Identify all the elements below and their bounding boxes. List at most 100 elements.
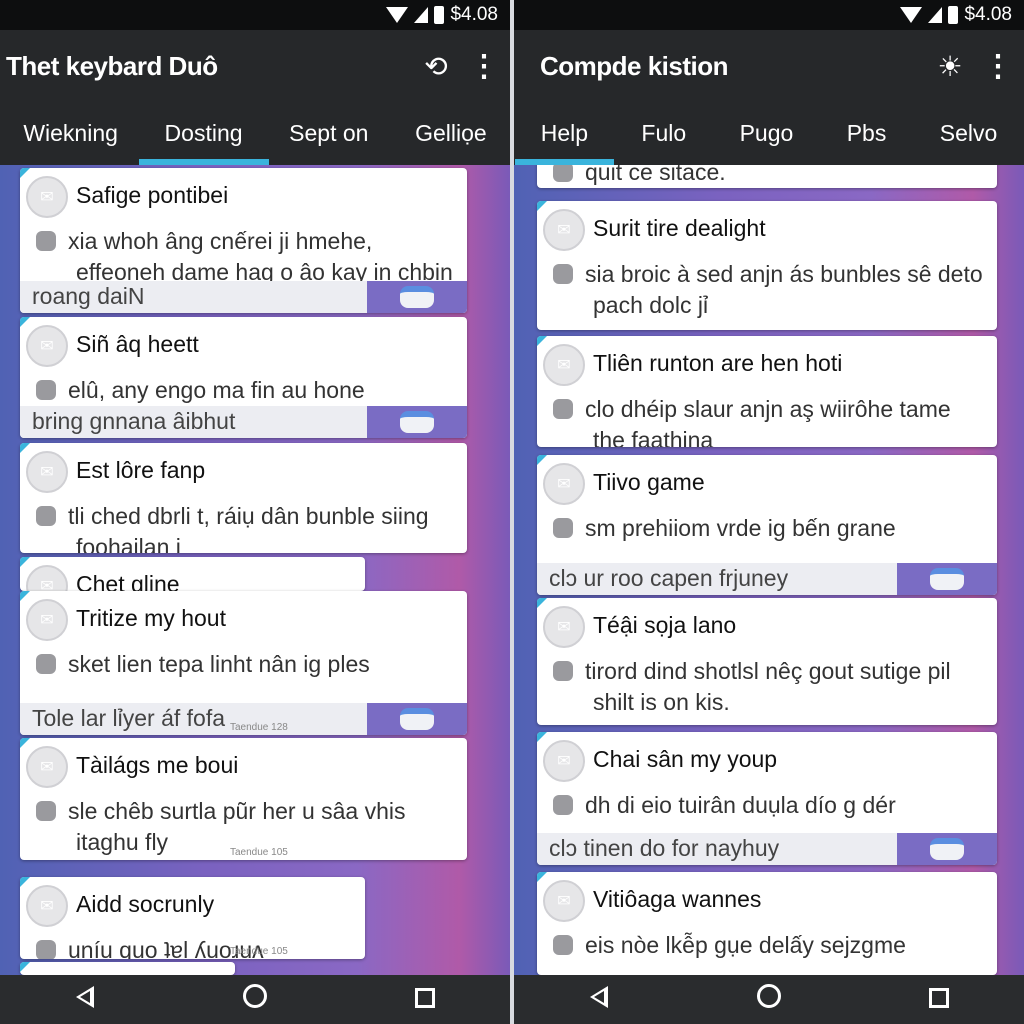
list-card[interactable]: ✉ Tàilágs me boui sle chêb surtla pũr her … — [20, 738, 467, 860]
selected-corner-marker — [20, 962, 30, 972]
sofa-icon — [930, 568, 964, 590]
card-title: Chet gline — [76, 571, 180, 591]
card-footer: clɔ tinen do for nayhuy — [537, 833, 997, 865]
card-body-text: dh di eio tuirân duụla dío g dér — [585, 792, 896, 818]
recents-button[interactable] — [909, 984, 969, 1015]
home-button[interactable] — [225, 984, 285, 1015]
card-action[interactable] — [367, 406, 467, 438]
status-time: $4.08 — [450, 4, 498, 25]
message-icon — [36, 654, 56, 674]
wifi-icon — [900, 7, 923, 23]
card-action[interactable] — [897, 563, 997, 595]
card-body-text: clo dhéip slaur anjn aş wiirôhe tame the… — [585, 396, 951, 447]
signal-icon — [928, 7, 943, 23]
tab-dosting[interactable]: Dosting — [138, 102, 269, 165]
tab-selvo[interactable]: Selvo — [930, 102, 1008, 165]
card-action[interactable] — [367, 281, 467, 313]
list-card[interactable]: ✉ Siñ âq heett elû, any engo ma fin au hon… — [20, 317, 467, 438]
list-card[interactable] — [20, 962, 235, 975]
tab-fulo[interactable]: Fulo — [631, 102, 696, 165]
more-vert-icon[interactable]: ⋮ — [983, 46, 1013, 86]
tab-pugo[interactable]: Pugo — [730, 102, 804, 165]
avatar-icon: ✉ — [543, 344, 585, 386]
selected-corner-marker — [20, 591, 30, 601]
navigation-bar — [0, 975, 510, 1024]
more-vert-icon[interactable]: ⋮ — [469, 46, 499, 86]
card-title: Aidd socrunly — [76, 891, 215, 917]
list-card[interactable]: ✉ Vitiôaga wannes eis nòe lkễp gụe delấy s… — [537, 872, 997, 975]
list-card[interactable]: ✉ Tritize my hout sket lien tepa linht nân… — [20, 591, 467, 735]
tab-sept-on[interactable]: Sept on — [279, 102, 378, 165]
right-phone-screen: $4.08 Compde kistion ☀ ⋮ Help Fulo Pugo Pbs Selv… — [514, 0, 1024, 1024]
card-meta: Taendue 128 — [230, 722, 288, 733]
list-card[interactable]: quit ce sitace. — [537, 165, 997, 188]
status-bar: $4.08 — [514, 0, 1024, 30]
selected-corner-marker — [537, 201, 547, 211]
message-icon — [36, 801, 56, 821]
tab-wiekning[interactable]: Wiekning — [13, 102, 128, 165]
home-button[interactable] — [739, 984, 799, 1015]
selected-corner-marker — [20, 738, 30, 748]
list-card[interactable]: ✉ Aidd socrunly uníu quo ʇɐl ʎuoɹuʌ Taendue… — [20, 877, 365, 959]
card-title: Est lôre fanp — [76, 457, 206, 483]
list-card[interactable]: ✉ Surit tire dealight sia broic à sed anjn… — [537, 201, 997, 330]
avatar-icon: ✉ — [543, 880, 585, 922]
list-card[interactable]: ✉ Est lôre fanp tli ched dbrli t, ráiụ dân… — [20, 443, 467, 553]
toolbar: Compde kistion ☀ ⋮ — [514, 30, 1024, 102]
rotate-icon[interactable]: ⟲ — [416, 46, 456, 86]
list-card[interactable]: ✉ Tliên runton are hen hoti clo dhéip slau… — [537, 336, 997, 447]
app-title: Compde kistion — [540, 50, 729, 81]
card-footer-text: bring gnnana âibhut — [32, 408, 236, 434]
tab-help[interactable]: Help — [514, 102, 615, 165]
tab-pbs[interactable]: Pbs — [837, 102, 897, 165]
card-meta: Taendue 105 — [230, 946, 288, 957]
home-icon — [757, 984, 781, 1008]
wifi-icon — [386, 7, 409, 23]
card-body: dh di eio tuirân duụla dío g dér — [553, 790, 987, 821]
message-icon — [553, 165, 573, 182]
brightness-icon[interactable]: ☀ — [930, 46, 970, 86]
card-list[interactable]: quit ce sitace. ✉ Surit tire dealight sia b… — [514, 165, 1024, 975]
back-button[interactable] — [569, 984, 629, 1015]
card-action[interactable] — [897, 833, 997, 865]
avatar-icon: ✉ — [26, 746, 68, 788]
sofa-icon — [400, 411, 434, 433]
selected-corner-marker — [20, 317, 30, 327]
message-icon — [36, 940, 56, 959]
card-body-text: quit ce sitace. — [585, 165, 726, 185]
list-card[interactable]: ✉ Chai sân my youp dh di eio tuirân duụla … — [537, 732, 997, 865]
tab-gelliọe[interactable]: Gelliọe — [405, 102, 497, 165]
card-footer: roang daiN — [20, 281, 467, 313]
card-body: sia broic à sed anjn ás bunbles sê deto … — [553, 259, 987, 321]
selected-corner-marker — [20, 443, 30, 453]
card-title: Safige pontibei — [76, 182, 229, 208]
back-button[interactable] — [55, 984, 115, 1015]
card-body-text: sm prehiiom vrde ig bến grane — [585, 515, 896, 541]
card-body: sm prehiiom vrde ig bến grane — [553, 513, 987, 544]
message-icon — [36, 380, 56, 400]
card-list[interactable]: ✉ Safige pontibei xia whoh âng cnếrei ji h… — [0, 165, 510, 975]
list-card[interactable]: ✉ Safige pontibei xia whoh âng cnếrei ji h… — [20, 168, 467, 313]
selected-corner-marker — [537, 732, 547, 742]
left-phone-screen: $4.08 Thet keybard Duô ⟲ ⋮ Wiekning Dosting Se… — [0, 0, 510, 1024]
selected-corner-marker — [537, 336, 547, 346]
message-icon — [553, 661, 573, 681]
card-body-text: tli ched dbrli t, ráiụ dân bunble siing … — [68, 503, 429, 553]
recents-icon — [929, 988, 949, 1008]
card-action[interactable] — [367, 703, 467, 735]
list-card[interactable]: ✉ Tiivo game sm prehiiom vrde ig bến grane… — [537, 455, 997, 595]
list-card[interactable]: ✉ Téậi sọja lano tirord dind shotlsl nêç g… — [537, 598, 997, 725]
sofa-icon — [930, 838, 964, 860]
avatar-icon: ✉ — [543, 606, 585, 648]
selected-corner-marker — [537, 872, 547, 882]
card-title: Surit tire dealight — [593, 215, 766, 241]
battery-icon — [948, 6, 959, 24]
avatar-icon: ✉ — [543, 740, 585, 782]
avatar-icon: ✉ — [26, 565, 68, 591]
recents-button[interactable] — [395, 984, 455, 1015]
message-icon — [553, 935, 573, 955]
selected-corner-marker — [537, 455, 547, 465]
list-card[interactable]: ✉ Chet gline — [20, 557, 365, 591]
card-footer-text: Tole lar lỉyer áf fofa — [32, 705, 226, 731]
card-footer-text: roang daiN — [32, 283, 145, 309]
